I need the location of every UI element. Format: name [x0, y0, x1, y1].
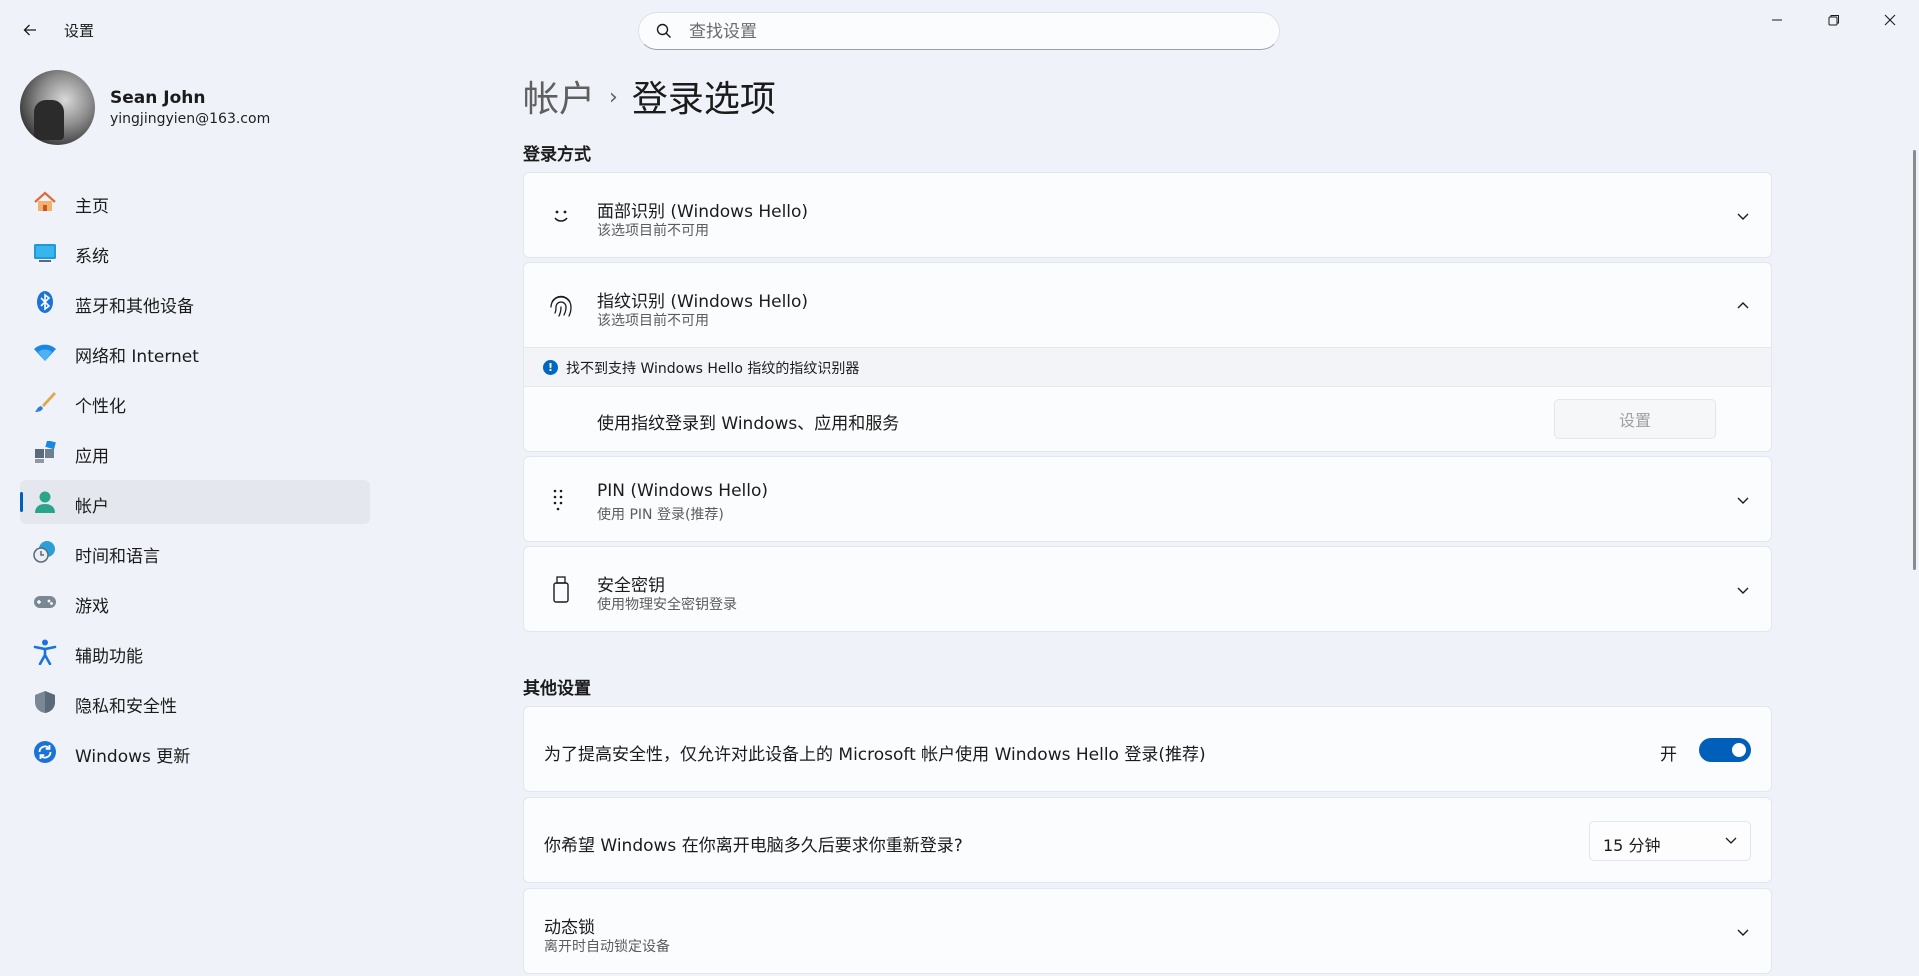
dynamic-lock-subtitle: 离开时自动锁定设备 [544, 939, 670, 955]
system-icon [33, 241, 57, 263]
sidebar-item-windows-update[interactable]: Windows 更新 [20, 730, 370, 774]
usb-key-icon [546, 575, 576, 605]
sidebar-item-label: 辅助功能 [75, 647, 143, 667]
fingerprint-row-label: 使用指纹登录到 Windows、应用和服务 [597, 414, 900, 434]
require-signin-card: 你希望 Windows 在你离开电脑多久后要求你重新登录? 15 分钟 [523, 797, 1772, 883]
sidebar-nav: 主页 系统 蓝牙和其他设备 网络和 Internet 个性化 应用 帐户 时间和… [20, 180, 370, 780]
wifi-icon [33, 341, 57, 363]
account-icon [33, 491, 57, 513]
pin-card[interactable]: PIN (Windows Hello) 使用 PIN 登录(推荐) [523, 456, 1772, 542]
page-title: 登录选项 [631, 79, 776, 120]
user-name: Sean John [110, 88, 206, 108]
fingerprint-icon [546, 291, 576, 321]
minimize-button[interactable] [1755, 6, 1799, 34]
toggle-state-label: 开 [1660, 745, 1677, 765]
toggle-knob [1732, 743, 1746, 757]
close-icon [1884, 14, 1896, 26]
minimize-icon [1772, 19, 1782, 21]
gamepad-icon [33, 591, 57, 613]
shield-icon [33, 691, 57, 713]
breadcrumb-parent[interactable]: 帐户 [523, 79, 595, 120]
close-button[interactable] [1868, 6, 1912, 34]
sidebar-item-apps[interactable]: 应用 [20, 430, 370, 474]
sidebar-item-label: 系统 [75, 247, 109, 267]
sidebar-item-label: 隐私和安全性 [75, 697, 177, 717]
home-icon [33, 191, 57, 213]
sidebar-item-personalization[interactable]: 个性化 [20, 380, 370, 424]
back-arrow-icon [23, 24, 36, 36]
sidebar-item-label: 网络和 Internet [75, 347, 199, 367]
sidebar-item-bluetooth[interactable]: 蓝牙和其他设备 [20, 280, 370, 324]
section-title-signin-methods: 登录方式 [523, 145, 591, 165]
hello-only-toggle[interactable] [1699, 738, 1751, 762]
pin-title: PIN (Windows Hello) [597, 481, 769, 501]
dynamic-lock-card[interactable]: 动态锁 离开时自动锁定设备 [523, 888, 1772, 974]
hello-only-label: 为了提高安全性，仅允许对此设备上的 Microsoft 帐户使用 Windows… [544, 745, 1206, 765]
hello-only-card: 为了提高安全性，仅允许对此设备上的 Microsoft 帐户使用 Windows… [523, 706, 1772, 792]
face-icon [546, 201, 576, 231]
user-email: yingjingyien@163.com [110, 111, 271, 127]
security-key-card[interactable]: 安全密钥 使用物理安全密钥登录 [523, 546, 1772, 632]
restore-button[interactable] [1812, 6, 1856, 34]
scrollbar[interactable] [1913, 150, 1916, 570]
sidebar-item-label: 应用 [75, 447, 109, 467]
breadcrumb: 帐户 › 登录选项 [523, 70, 776, 122]
face-recognition-subtitle: 该选项目前不可用 [597, 223, 709, 239]
info-icon: ! [543, 360, 558, 375]
sidebar-item-accounts[interactable]: 帐户 [20, 480, 370, 524]
security-key-subtitle: 使用物理安全密钥登录 [597, 597, 737, 613]
face-recognition-card[interactable]: 面部识别 (Windows Hello) 该选项目前不可用 [523, 172, 1772, 258]
chevron-down-icon[interactable] [1733, 580, 1753, 600]
fingerprint-card: 指纹识别 (Windows Hello) 该选项目前不可用 ! 找不到支持 Wi… [523, 262, 1772, 452]
avatar[interactable] [20, 70, 95, 145]
search-box[interactable] [638, 12, 1280, 50]
sidebar-item-time-language[interactable]: 时间和语言 [20, 530, 370, 574]
globe-clock-icon [33, 541, 57, 563]
pin-subtitle: 使用 PIN 登录(推荐) [597, 507, 724, 523]
sidebar-item-label: Windows 更新 [75, 747, 191, 767]
chevron-down-icon[interactable] [1733, 922, 1753, 942]
keypad-icon [546, 485, 576, 515]
dynamic-lock-title: 动态锁 [544, 918, 595, 938]
restore-icon [1828, 15, 1839, 26]
require-signin-label: 你希望 Windows 在你离开电脑多久后要求你重新登录? [544, 836, 963, 856]
sidebar-item-accessibility[interactable]: 辅助功能 [20, 630, 370, 674]
sidebar-item-gaming[interactable]: 游戏 [20, 580, 370, 624]
sidebar-item-label: 主页 [75, 197, 109, 217]
security-key-title: 安全密钥 [597, 576, 665, 596]
sidebar-item-privacy[interactable]: 隐私和安全性 [20, 680, 370, 724]
sidebar-item-label: 时间和语言 [75, 547, 160, 567]
sidebar-item-home[interactable]: 主页 [20, 180, 370, 224]
sidebar-item-system[interactable]: 系统 [20, 230, 370, 274]
fingerprint-subtitle: 该选项目前不可用 [597, 313, 709, 329]
sidebar-item-network[interactable]: 网络和 Internet [20, 330, 370, 374]
bluetooth-icon [33, 291, 57, 313]
fingerprint-title: 指纹识别 (Windows Hello) [597, 292, 809, 312]
fingerprint-info-text: 找不到支持 Windows Hello 指纹的指纹识别器 [566, 361, 860, 377]
breadcrumb-separator: › [609, 84, 618, 110]
face-recognition-title: 面部识别 (Windows Hello) [597, 202, 809, 222]
chevron-down-icon[interactable] [1733, 490, 1753, 510]
dropdown-value: 15 分钟 [1603, 836, 1661, 855]
search-icon [656, 23, 671, 38]
section-title-other-settings: 其他设置 [523, 679, 591, 699]
fingerprint-setup-button[interactable]: 设置 [1554, 399, 1716, 439]
app-title: 设置 [64, 22, 95, 40]
chevron-down-icon [1724, 832, 1738, 851]
chevron-down-icon[interactable] [1733, 206, 1753, 226]
search-input[interactable] [687, 19, 1251, 45]
title-bar: 设置 [0, 0, 1919, 60]
chevron-up-icon[interactable] [1733, 296, 1753, 316]
back-button[interactable] [16, 16, 44, 44]
accessibility-icon [33, 639, 57, 665]
sidebar-item-label: 帐户 [75, 497, 109, 517]
fingerprint-info-bar: ! 找不到支持 Windows Hello 指纹的指纹识别器 [524, 347, 1771, 387]
apps-icon [33, 441, 57, 463]
sidebar-item-label: 个性化 [75, 397, 126, 417]
sidebar-item-label: 蓝牙和其他设备 [75, 297, 194, 317]
update-icon [33, 741, 57, 763]
sidebar-item-label: 游戏 [75, 597, 109, 617]
require-signin-dropdown[interactable]: 15 分钟 [1589, 821, 1751, 861]
brush-icon [33, 391, 57, 413]
